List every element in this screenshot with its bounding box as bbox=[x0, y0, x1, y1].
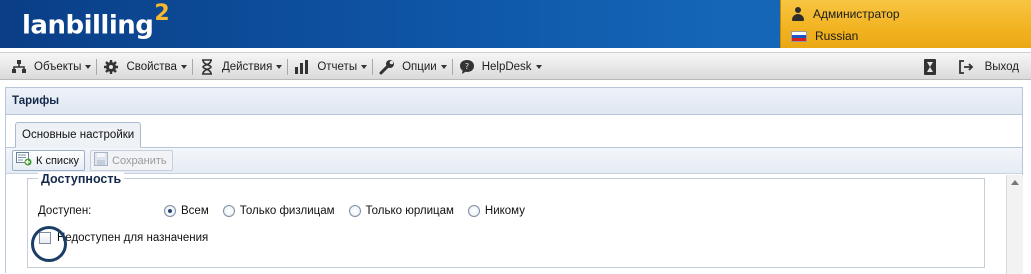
chevron-down-icon bbox=[440, 64, 447, 69]
menu-actions-label: Действия bbox=[221, 60, 273, 73]
radio-individuals-only[interactable]: Только физлицам bbox=[222, 205, 335, 217]
hourglass-icon bbox=[198, 58, 216, 75]
app-logo: lanbilling2 bbox=[22, 1, 170, 41]
panel-toolbar: К списку Сохранить bbox=[6, 148, 1022, 174]
language-selector[interactable]: Russian bbox=[791, 27, 858, 45]
list-back-icon bbox=[16, 152, 32, 169]
radio-all-label: Всем bbox=[181, 205, 209, 217]
menu-separator bbox=[372, 58, 374, 75]
app-header: lanbilling2 Администратор Russian bbox=[0, 0, 1031, 48]
available-label: Доступен: bbox=[38, 205, 92, 217]
chevron-down-icon bbox=[535, 64, 542, 69]
panel-title: Тарифы bbox=[6, 88, 1022, 115]
vertical-scrollbar[interactable] bbox=[1006, 175, 1023, 274]
menu-objects[interactable]: Объекты bbox=[6, 56, 95, 78]
save-icon bbox=[94, 152, 108, 169]
radio-individuals-label: Только физлицам bbox=[239, 205, 335, 217]
menu-properties-label: Свойства bbox=[126, 60, 177, 73]
menu-options-label: Опции bbox=[402, 60, 437, 73]
tab-strip: Основные настройки bbox=[6, 116, 1022, 148]
menu-objects-label: Объекты bbox=[34, 60, 82, 73]
radio-button-selected[interactable] bbox=[164, 205, 176, 217]
chevron-down-icon bbox=[276, 64, 283, 69]
logout-button[interactable]: Выход bbox=[957, 59, 1019, 75]
logout-label: Выход bbox=[984, 60, 1019, 73]
radio-button[interactable] bbox=[467, 205, 480, 217]
menu-right: Выход bbox=[921, 53, 1019, 80]
unavailable-checkbox-label: Недоступен для назначения bbox=[57, 232, 209, 244]
svg-text:?: ? bbox=[465, 62, 469, 71]
menu-separator bbox=[191, 58, 193, 75]
menu-options[interactable]: Опции bbox=[374, 56, 451, 78]
scroll-up-arrow-icon[interactable] bbox=[1011, 180, 1019, 185]
main-menu: Объекты Свойства Действия Отчеты Опции ?… bbox=[6, 53, 546, 80]
radio-button[interactable] bbox=[348, 205, 361, 217]
menu-separator bbox=[96, 58, 98, 75]
chevron-down-icon bbox=[180, 64, 187, 69]
tab-basic-settings[interactable]: Основные настройки bbox=[15, 122, 142, 148]
menu-reports-label: Отчеты bbox=[317, 60, 358, 73]
radio-all[interactable]: Всем bbox=[164, 205, 209, 217]
save-label: Сохранить bbox=[112, 154, 167, 167]
back-to-list-button[interactable]: К списку bbox=[12, 150, 86, 171]
radio-button[interactable] bbox=[222, 205, 235, 217]
tariffs-panel: Тарифы Основные настройки К списку Сохра… bbox=[5, 87, 1023, 274]
radio-legal-entities-only[interactable]: Только юрлицам bbox=[348, 205, 454, 217]
menu-helpdesk[interactable]: ? HelpDesk bbox=[454, 56, 546, 78]
logout-icon bbox=[957, 59, 975, 75]
menu-actions[interactable]: Действия bbox=[194, 56, 286, 78]
back-to-list-label: К списку bbox=[36, 154, 80, 167]
menu-reports[interactable]: Отчеты bbox=[289, 56, 371, 78]
russian-flag-icon bbox=[791, 30, 807, 42]
menu-separator bbox=[451, 58, 453, 75]
availability-row: Доступен: Всем Только физлицам Только юр… bbox=[38, 205, 539, 217]
language-label: Russian bbox=[815, 29, 859, 43]
highlight-circle bbox=[31, 226, 67, 262]
radio-nobody-label: Никому bbox=[484, 205, 525, 217]
main-menu-bar: Объекты Свойства Действия Отчеты Опции ?… bbox=[0, 52, 1031, 80]
wrench-icon bbox=[378, 59, 396, 75]
availability-fieldset: Доступность Доступен: Всем Только физлиц… bbox=[27, 172, 985, 268]
radio-nobody[interactable]: Никому bbox=[467, 205, 525, 217]
bar-chart-icon bbox=[293, 59, 311, 75]
form-content: Доступность Доступен: Всем Только физлиц… bbox=[6, 172, 1006, 274]
menu-helpdesk-label: HelpDesk bbox=[481, 60, 532, 73]
user-name: Администратор bbox=[813, 7, 900, 21]
current-user[interactable]: Администратор bbox=[791, 5, 900, 23]
tree-icon bbox=[10, 59, 28, 75]
user-box: Администратор Russian bbox=[780, 0, 1031, 48]
chevron-down-icon bbox=[361, 64, 368, 69]
speech-bubble-icon: ? bbox=[458, 59, 476, 75]
radio-legal-label: Только юрлицам bbox=[365, 205, 454, 217]
hourglass-status-icon[interactable] bbox=[921, 58, 939, 75]
availability-legend: Доступность bbox=[38, 172, 125, 186]
menu-properties[interactable]: Свойства bbox=[98, 56, 191, 78]
chevron-down-icon bbox=[85, 64, 92, 69]
gear-icon bbox=[102, 59, 120, 75]
menu-separator bbox=[287, 58, 289, 75]
save-button[interactable]: Сохранить bbox=[90, 150, 173, 171]
user-icon bbox=[791, 7, 805, 21]
